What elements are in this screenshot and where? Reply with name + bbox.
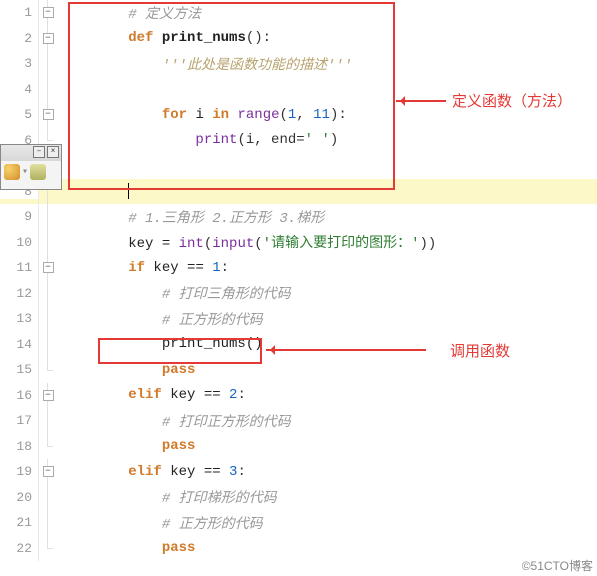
arrow-call	[266, 349, 426, 351]
code-line[interactable]: 16− elif key == 2:	[0, 383, 597, 409]
code-line[interactable]: 21 # 正方形的代码	[0, 510, 597, 536]
line-number: 18	[0, 439, 38, 454]
fold-minus-icon[interactable]: −	[43, 466, 54, 477]
code-line[interactable]: 9 # 1.三角形 2.正方形 3.梯形	[0, 204, 597, 230]
code-content[interactable]: # 定义方法	[57, 3, 597, 23]
fold-gutter[interactable]: −	[39, 255, 57, 281]
fold-gutter[interactable]	[39, 306, 57, 332]
line-number: 1	[0, 5, 38, 20]
fold-gutter[interactable]	[39, 51, 57, 77]
code-content[interactable]: pass	[57, 438, 597, 454]
code-content[interactable]: # 打印梯形的代码	[57, 487, 597, 507]
code-line[interactable]: 8	[0, 179, 597, 205]
fold-gutter[interactable]	[39, 434, 57, 460]
fold-gutter[interactable]	[39, 77, 57, 103]
code-content[interactable]: elif key == 2:	[57, 387, 597, 403]
code-content[interactable]: print(i, end=' ')	[57, 132, 597, 148]
code-content[interactable]: pass	[57, 540, 597, 556]
watermark: ©51CTO博客	[522, 557, 593, 574]
text-cursor	[128, 183, 129, 199]
code-line[interactable]: 20 # 打印梯形的代码	[0, 485, 597, 511]
code-content[interactable]: # 打印正方形的代码	[57, 411, 597, 431]
code-line[interactable]: 22 pass	[0, 536, 597, 562]
palette-icon	[4, 164, 20, 180]
line-number: 16	[0, 388, 38, 403]
line-number: 3	[0, 56, 38, 71]
annotation-define: 定义函数（方法）	[452, 90, 572, 111]
fold-gutter[interactable]	[39, 485, 57, 511]
line-number: 17	[0, 413, 38, 428]
code-line[interactable]: 1− # 定义方法	[0, 0, 597, 26]
code-line[interactable]: 6 print(i, end=' ')	[0, 128, 597, 154]
line-number: 4	[0, 82, 38, 97]
annotation-call: 调用函数	[450, 340, 510, 361]
fold-gutter[interactable]	[39, 332, 57, 358]
line-number: 19	[0, 464, 38, 479]
code-line[interactable]: 17 # 打印正方形的代码	[0, 408, 597, 434]
line-number: 15	[0, 362, 38, 377]
code-line[interactable]: 19− elif key == 3:	[0, 459, 597, 485]
fold-gutter[interactable]: −	[39, 459, 57, 485]
line-number: 14	[0, 337, 38, 352]
fold-minus-icon[interactable]: −	[43, 390, 54, 401]
fold-minus-icon[interactable]: −	[43, 33, 54, 44]
line-number: 20	[0, 490, 38, 505]
line-number: 2	[0, 31, 38, 46]
arrow-define	[396, 100, 446, 102]
code-content[interactable]: # 正方形的代码	[57, 309, 597, 329]
code-content[interactable]: def print_nums():	[57, 30, 597, 46]
code-content[interactable]	[57, 183, 597, 200]
code-line[interactable]: 12 # 打印三角形的代码	[0, 281, 597, 307]
code-line[interactable]: 18 pass	[0, 434, 597, 460]
line-number: 9	[0, 209, 38, 224]
code-line[interactable]: 11− if key == 1:	[0, 255, 597, 281]
line-number: 12	[0, 286, 38, 301]
code-content[interactable]: key = int(input('请输入要打印的图形：'))	[57, 232, 597, 252]
line-number: 13	[0, 311, 38, 326]
line-number: 11	[0, 260, 38, 275]
line-number: 5	[0, 107, 38, 122]
fold-minus-icon[interactable]: −	[43, 7, 54, 18]
line-number: 21	[0, 515, 38, 530]
fold-gutter[interactable]: −	[39, 102, 57, 128]
fold-gutter[interactable]: −	[39, 0, 57, 26]
code-content[interactable]: # 1.三角形 2.正方形 3.梯形	[57, 207, 597, 227]
fold-gutter[interactable]	[39, 536, 57, 562]
line-number: 22	[0, 541, 38, 556]
floating-tool-window: –× ▾	[0, 144, 62, 190]
code-line[interactable]: 13 # 正方形的代码	[0, 306, 597, 332]
fold-minus-icon[interactable]: −	[43, 109, 54, 120]
fold-gutter[interactable]	[39, 510, 57, 536]
code-content[interactable]: elif key == 3:	[57, 464, 597, 480]
code-content[interactable]: pass	[57, 362, 597, 378]
fold-gutter[interactable]	[39, 204, 57, 230]
fold-minus-icon[interactable]: −	[43, 262, 54, 273]
code-content[interactable]: '''此处是函数功能的描述'''	[57, 54, 597, 74]
code-line[interactable]: 7	[0, 153, 597, 179]
fold-gutter[interactable]: −	[39, 383, 57, 409]
code-line[interactable]: 2− def print_nums():	[0, 26, 597, 52]
fold-gutter[interactable]	[39, 230, 57, 256]
code-line[interactable]: 10 key = int(input('请输入要打印的图形：'))	[0, 230, 597, 256]
code-line[interactable]: 3 '''此处是函数功能的描述'''	[0, 51, 597, 77]
code-editor[interactable]: 1− # 定义方法2− def print_nums():3 '''此处是函数功…	[0, 0, 597, 561]
fold-gutter[interactable]: −	[39, 26, 57, 52]
fold-gutter[interactable]	[39, 357, 57, 383]
code-content[interactable]: # 正方形的代码	[57, 513, 597, 533]
fold-gutter[interactable]	[39, 281, 57, 307]
code-content[interactable]: if key == 1:	[57, 260, 597, 276]
wrench-icon	[30, 164, 46, 180]
fold-gutter[interactable]	[39, 408, 57, 434]
code-content[interactable]: # 打印三角形的代码	[57, 283, 597, 303]
line-number: 10	[0, 235, 38, 250]
